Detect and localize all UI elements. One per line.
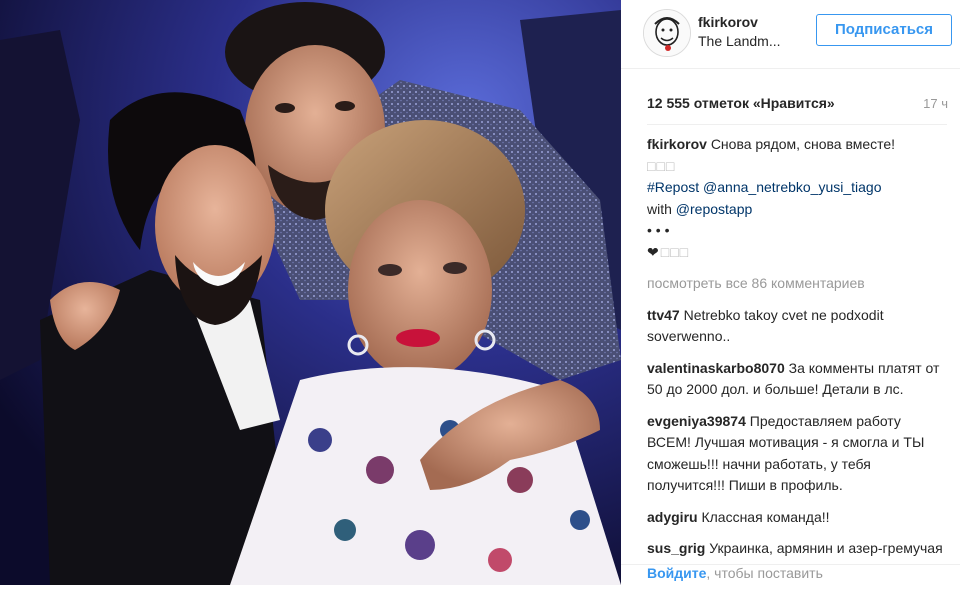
header-username[interactable]: fkirkorov [698,14,758,30]
hashtag-link[interactable]: #Repost [647,179,699,195]
login-prompt-text: , чтобы поставить [706,565,823,581]
comment-username[interactable]: evgeniya39874 [647,413,746,429]
login-link[interactable]: Войдите [647,565,706,581]
caption-username[interactable]: fkirkorov [647,136,707,152]
follow-button[interactable]: Подписаться [816,14,952,46]
footer-bar: Войдите, чтобы поставить [621,564,960,585]
view-all-comments-link[interactable]: посмотреть все 86 комментариев [647,273,947,295]
likes-count[interactable]: 12 555 отметок «Нравится» [647,95,947,111]
post-sidebar: fkirkorov The Landm... Подписаться 12 55… [621,0,960,585]
likes-divider [647,124,947,125]
comment: evgeniya39874 Предоставляем работу ВСЕМ!… [647,411,947,497]
post-time[interactable]: 17 ч [923,96,948,111]
avatar-portrait-icon [644,10,690,56]
heart-icon: ❤ [647,243,659,260]
post-header: fkirkorov The Landm... Подписаться [621,0,960,69]
photo-illustration [0,0,621,585]
caption: fkirkorov Снова рядом, снова вместе! □□□… [647,134,947,263]
heart-glyphs: □□□ [660,243,690,260]
heart-line: ❤ □□□ [647,242,947,264]
comment: adygiru Классная команда!! [647,507,947,529]
comment: ttv47 Netrebko takoy cvet ne podxodit so… [647,305,947,348]
comment-text: Классная команда!! [701,508,830,525]
caption-glyphs: □□□ [647,157,676,174]
comment: valentinaskarbo8070 За комменты платят о… [647,358,947,401]
caption-dots: • • • [647,222,670,238]
with-text: with [647,200,672,217]
mention-repostapp-link[interactable]: @repostapp [676,201,752,217]
avatar[interactable] [643,9,691,57]
comment-username[interactable]: adygiru [647,509,698,525]
comment-username[interactable]: sus_grig [647,540,705,556]
header-location[interactable]: The Landm... [698,33,781,49]
comment-text: Netrebko takoy cvet ne podxodit soverwen… [647,306,884,345]
post-photo[interactable] [0,0,621,585]
comments-list: fkirkorov Снова рядом, снова вместе! □□□… [647,134,947,591]
login-prompt: Войдите, чтобы поставить [647,565,823,581]
comment-username[interactable]: ttv47 [647,307,680,323]
mention-link[interactable]: @anna_netrebko_yusi_tiago [703,179,881,195]
comment-username[interactable]: valentinaskarbo8070 [647,360,785,376]
caption-text: Снова рядом, снова вместе! [710,136,896,152]
